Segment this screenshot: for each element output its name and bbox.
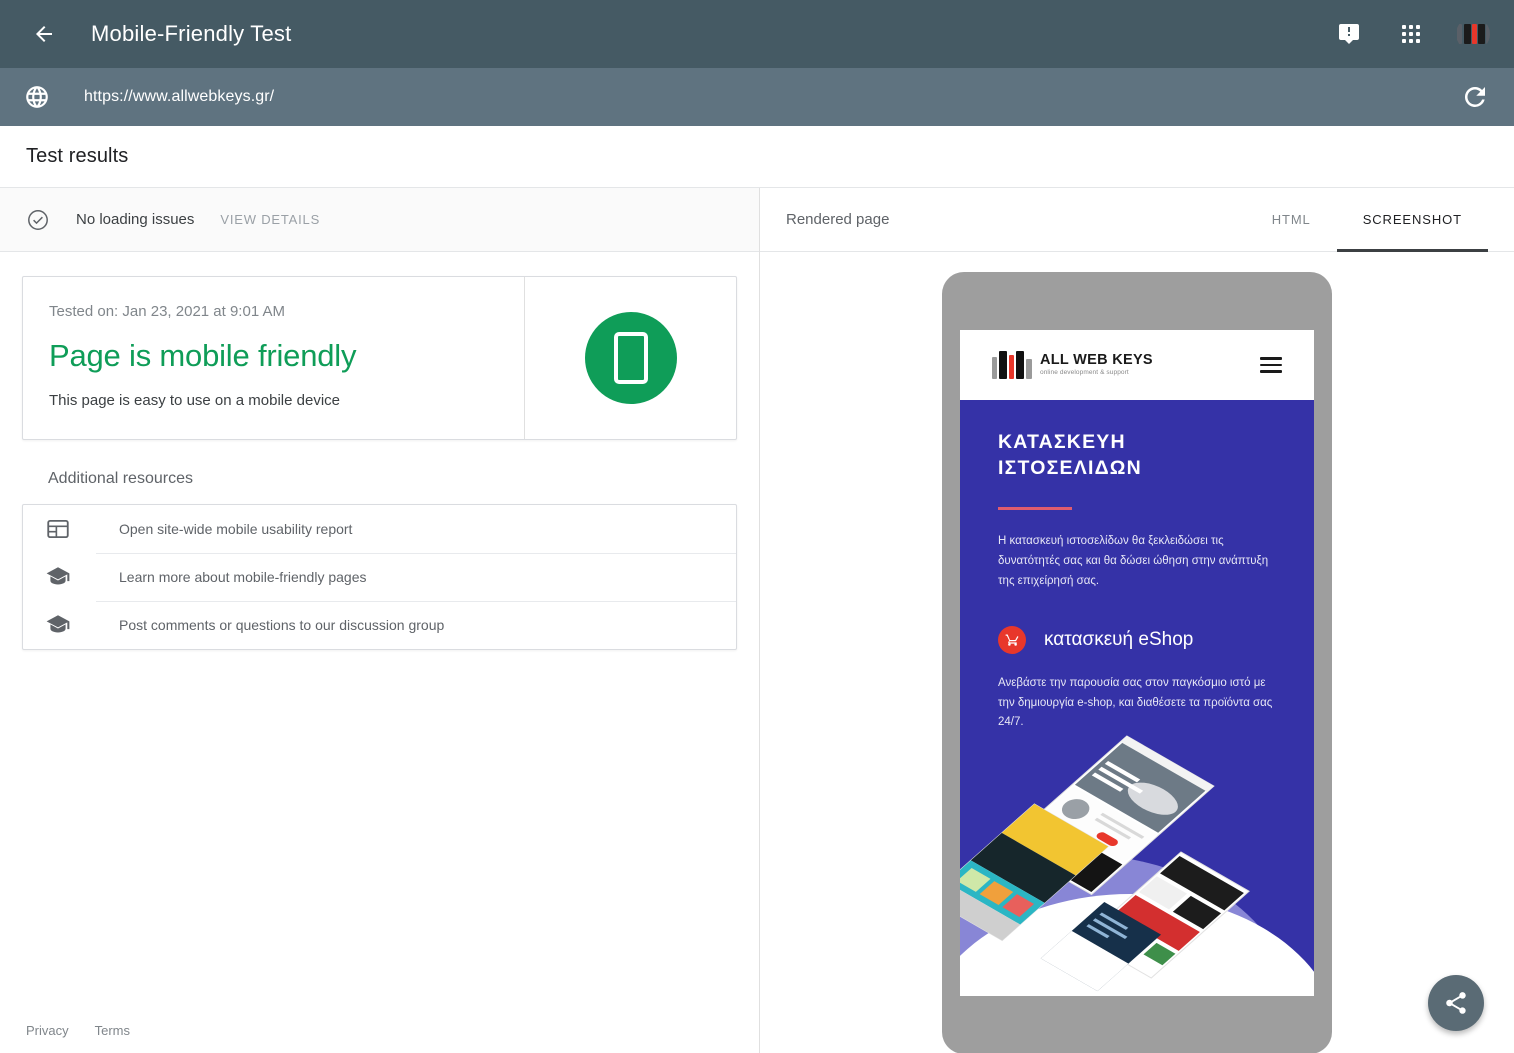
rendered-page-header: Rendered page HTML SCREENSHOT [760, 188, 1514, 252]
loading-status-text: No loading issues [76, 211, 195, 228]
result-card: Tested on: Jan 23, 2021 at 9:01 AM Page … [22, 276, 737, 440]
logo-mark-icon [992, 351, 1032, 379]
eshop-paragraph: Ανεβάστε την παρουσία σας στον παγκόσμιο… [998, 676, 1273, 729]
check-circle-icon [28, 209, 48, 230]
top-app-bar: Mobile-Friendly Test [0, 0, 1514, 68]
google-apps-grid-icon [1402, 25, 1420, 43]
phone-frame: ALL WEB KEYS online development & suppor… [942, 272, 1332, 1053]
arrow-back-icon [36, 26, 52, 42]
page-title: Mobile-Friendly Test [91, 21, 292, 46]
feedback-icon [1339, 24, 1359, 44]
tab-screenshot[interactable]: SCREENSHOT [1336, 188, 1489, 252]
reload-icon[interactable] [1460, 82, 1490, 112]
left-body: Tested on: Jan 23, 2021 at 9:01 AM Page … [0, 252, 759, 1053]
feedback-button[interactable] [1332, 17, 1366, 51]
logo-subtitle: online development & support [1040, 369, 1129, 377]
status-badge [584, 312, 677, 404]
rendered-page-title: Rendered page [786, 211, 890, 228]
result-card-text: Tested on: Jan 23, 2021 at 9:01 AM Page … [23, 277, 524, 439]
phone-screen: ALL WEB KEYS online development & suppor… [960, 330, 1314, 996]
tab-html[interactable]: HTML [1246, 188, 1337, 251]
hamburger-menu-icon[interactable] [1260, 357, 1282, 373]
result-card-badge [524, 277, 736, 439]
globe-icon [26, 86, 48, 108]
additional-resources-heading: Additional resources [48, 470, 193, 487]
verdict-heading: Page is mobile friendly [49, 338, 357, 373]
terms-link[interactable]: Terms [95, 1023, 130, 1038]
share-icon [1446, 992, 1466, 1014]
site-logo: ALL WEB KEYS online development & suppor… [992, 351, 1153, 379]
resource-label: Learn more about mobile-friendly pages [119, 569, 367, 585]
resource-link-usability-report[interactable]: Open site-wide mobile usability report [23, 505, 736, 553]
hero-heading-line2: ΙΣΤΟΣΕΛΙΔΩΝ [998, 456, 1142, 479]
additional-resources-card: Open site-wide mobile usability report L… [22, 504, 737, 650]
right-pane: Rendered page HTML SCREENSHOT ALL WEB KE… [760, 188, 1514, 1053]
hero-heading: ΚΑΤΑΣΚΕΥΗ ΙΣΤΟΣΕΛΙΔΩΝ [998, 430, 1276, 481]
left-pane: No loading issues VIEW DETAILS Tested on… [0, 188, 760, 1053]
web-report-icon [47, 519, 69, 539]
logo-text-block: ALL WEB KEYS online development & suppor… [1040, 351, 1153, 377]
logo-title: ALL WEB KEYS [1040, 351, 1153, 368]
preview-tabs: HTML SCREENSHOT [1246, 188, 1489, 252]
site-header: ALL WEB KEYS online development & suppor… [960, 330, 1314, 400]
avatar[interactable] [1456, 17, 1490, 51]
loading-status-strip: No loading issues VIEW DETAILS [0, 188, 759, 252]
verdict-subtext: This page is easy to use on a mobile dev… [49, 392, 340, 409]
resource-link-learn-more[interactable]: Learn more about mobile-friendly pages [23, 553, 736, 601]
tested-on-text: Tested on: Jan 23, 2021 at 9:01 AM [49, 303, 286, 320]
eshop-row: κατασκευή eShop [998, 625, 1276, 654]
school-cap-icon [46, 567, 70, 585]
privacy-link[interactable]: Privacy [26, 1023, 69, 1038]
hero-divider [998, 507, 1072, 511]
url-text[interactable]: https://www.allwebkeys.gr/ [84, 88, 1460, 106]
share-button[interactable] [1428, 975, 1484, 1031]
phone-mockup-wrap: ALL WEB KEYS online development & suppor… [760, 252, 1514, 1053]
google-apps-button[interactable] [1394, 17, 1428, 51]
main-content: No loading issues VIEW DETAILS Tested on… [0, 188, 1514, 1053]
collage-devices-svg [960, 735, 1250, 992]
back-button[interactable] [24, 14, 64, 54]
mobile-phone-icon [613, 332, 648, 384]
footer: Privacy Terms [0, 1007, 759, 1053]
results-heading: Test results [26, 145, 129, 167]
hero-collage-image [960, 734, 1314, 996]
view-details-link[interactable]: VIEW DETAILS [220, 212, 320, 227]
resource-link-discussion-group[interactable]: Post comments or questions to our discus… [23, 601, 736, 649]
resource-label: Post comments or questions to our discus… [119, 617, 445, 633]
url-bar: https://www.allwebkeys.gr/ [0, 68, 1514, 126]
shopping-cart-icon [998, 625, 1026, 654]
cart-glyph [1005, 634, 1018, 647]
results-title-bar: Test results [0, 126, 1514, 188]
appbar-actions [1332, 17, 1490, 51]
hero-heading-line1: ΚΑΤΑΣΚΕΥΗ [998, 431, 1126, 453]
eshop-title: κατασκευή eShop [1044, 628, 1194, 650]
resource-label: Open site-wide mobile usability report [119, 521, 353, 537]
school-cap-icon [46, 615, 70, 633]
site-hero: ΚΑΤΑΣΚΕΥΗ ΙΣΤΟΣΕΛΙΔΩΝ Η κατασκευή ιστοσε… [960, 400, 1314, 996]
hero-paragraph: Η κατασκευή ιστοσελίδων θα ξεκλειδώσει τ… [998, 535, 1269, 587]
